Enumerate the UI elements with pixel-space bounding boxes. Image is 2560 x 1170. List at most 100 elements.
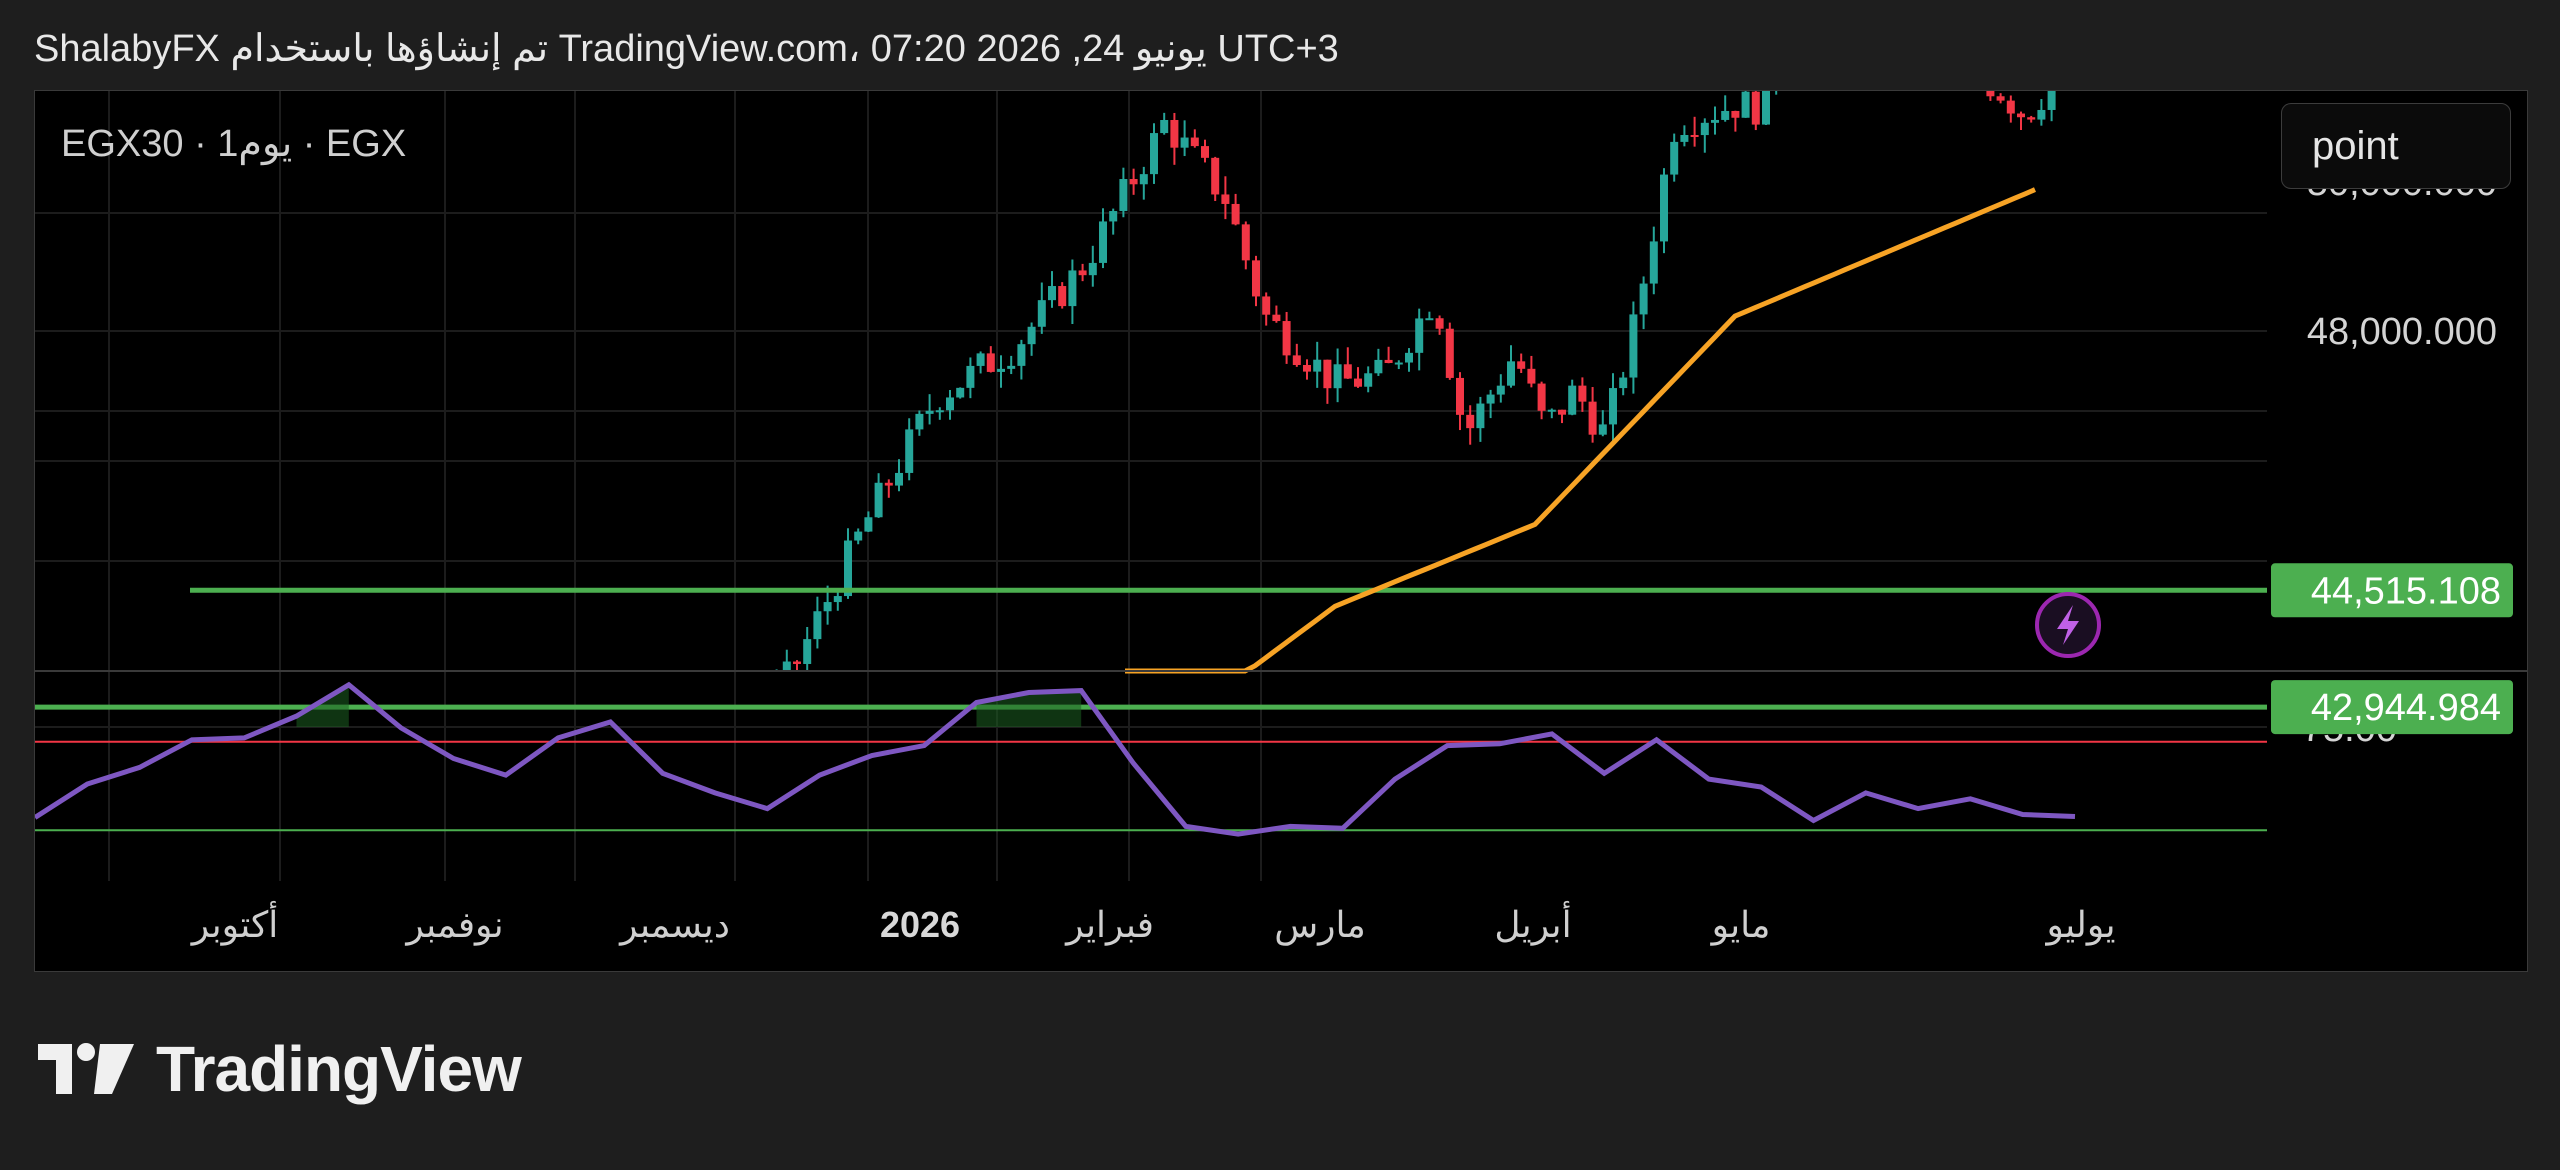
candle-body (2037, 109, 2046, 120)
candle-body (1231, 203, 1240, 225)
chart-header: ShalabyFX تم إنشاؤها باستخدام TradingVie… (34, 28, 1339, 70)
candle-body (1027, 326, 1036, 345)
candle-body (1629, 314, 1638, 378)
candle-body (1700, 122, 1709, 136)
candle-body (976, 353, 985, 366)
candle-body (1466, 414, 1475, 429)
candle-body (793, 661, 801, 664)
candle-body (1017, 344, 1026, 366)
candle-body (1292, 355, 1301, 366)
y-tick-label: 48,000.000 (2307, 311, 2497, 353)
candle-body (1986, 91, 1995, 97)
candle-body (1598, 424, 1607, 435)
candle-body (1068, 270, 1077, 307)
candle-body (1609, 388, 1617, 425)
candle-body (1170, 119, 1179, 148)
x-tick-label: فبراير (1064, 904, 1154, 946)
candle-body (1190, 137, 1199, 147)
candle-body (1507, 361, 1515, 386)
candle-body (2006, 100, 2015, 114)
candle-body (803, 639, 812, 664)
x-tick-label: يوليو (2044, 904, 2115, 946)
candle-body (1741, 91, 1750, 118)
candle-body (946, 397, 954, 411)
candle-body (1558, 409, 1566, 415)
candle-body (1323, 359, 1332, 389)
x-tick-label: مارس (1274, 904, 1366, 946)
candle-body (1211, 157, 1220, 195)
candle-body (1711, 119, 1719, 123)
candle-body (823, 602, 832, 612)
candle-body (966, 365, 975, 388)
candle-body (1282, 321, 1291, 356)
candle-body (1037, 300, 1046, 327)
candle-body (1354, 378, 1362, 387)
candle-body (1088, 262, 1097, 276)
y-axis-labels: 50,000.00048,000.00075.00 (2302, 162, 2497, 750)
candle-body (854, 531, 863, 541)
point-button[interactable]: point (2281, 103, 2511, 189)
price-label: 44,515.108 (2311, 570, 2501, 612)
candle-body (1272, 314, 1281, 322)
candle-body (935, 410, 944, 413)
candle-body (1262, 296, 1271, 315)
candle-body (833, 596, 842, 603)
candle-body (986, 353, 995, 372)
price-label: 42,944.984 (2311, 687, 2501, 729)
candle-body (915, 413, 924, 430)
candle-body (1537, 383, 1546, 411)
candle-body (1252, 260, 1260, 297)
candle-body (864, 517, 873, 532)
candle-body (1445, 328, 1454, 378)
candle-body (1374, 359, 1383, 374)
candle-body (1649, 241, 1658, 284)
tradingview-logo-icon (38, 1043, 134, 1094)
candle-body (1680, 135, 1689, 142)
candle-body (1527, 368, 1536, 384)
lightning-alert-icon[interactable] (2035, 592, 2101, 658)
candle-body (1456, 377, 1464, 415)
chart-canvas[interactable]: 50,000.00048,000.00075.00 52,662.32951,7… (35, 91, 2527, 971)
grid (35, 91, 2267, 881)
candle-body (1078, 270, 1087, 276)
candle-body (1578, 385, 1587, 402)
candle-body (1160, 119, 1169, 134)
candle-body (813, 611, 822, 640)
candle-body (1221, 194, 1230, 204)
candle-body (1996, 96, 2005, 101)
candle-body (925, 410, 934, 414)
candle-body (1048, 286, 1056, 301)
candle-body (1129, 179, 1138, 185)
candle-body (1313, 359, 1322, 372)
candle-body (1384, 359, 1393, 363)
candle-body (1241, 224, 1250, 261)
candle-body (1721, 110, 1730, 120)
candle-body (1099, 221, 1107, 263)
candle-body (1343, 364, 1352, 379)
candles (775, 91, 2056, 671)
candle-body (1670, 141, 1679, 175)
chart-panel[interactable]: 50,000.00048,000.00075.00 52,662.32951,7… (34, 90, 2528, 972)
candle-body (1751, 91, 1760, 125)
candle-body (1364, 373, 1373, 387)
candle-body (782, 661, 791, 671)
levels (35, 587, 2267, 710)
x-tick-label: أبريل (1494, 900, 1571, 946)
candle-body (1119, 179, 1128, 212)
candle-body (1109, 211, 1118, 222)
candle-body (1333, 364, 1342, 389)
tradingview-logo: TradingView (38, 1033, 522, 1105)
candle-body (1660, 174, 1668, 242)
candle-body (1588, 401, 1597, 435)
candle-body (1425, 318, 1434, 321)
candle-body (1762, 91, 1770, 125)
candle-body (1415, 318, 1424, 353)
candle-body (1058, 286, 1067, 307)
candle-body (844, 540, 852, 597)
candle-body (1303, 365, 1311, 372)
candle-body (2047, 91, 2056, 110)
candle-body (905, 429, 914, 473)
candle-body (874, 482, 883, 518)
candle-body (1150, 133, 1158, 175)
candle-body (2017, 113, 2025, 118)
